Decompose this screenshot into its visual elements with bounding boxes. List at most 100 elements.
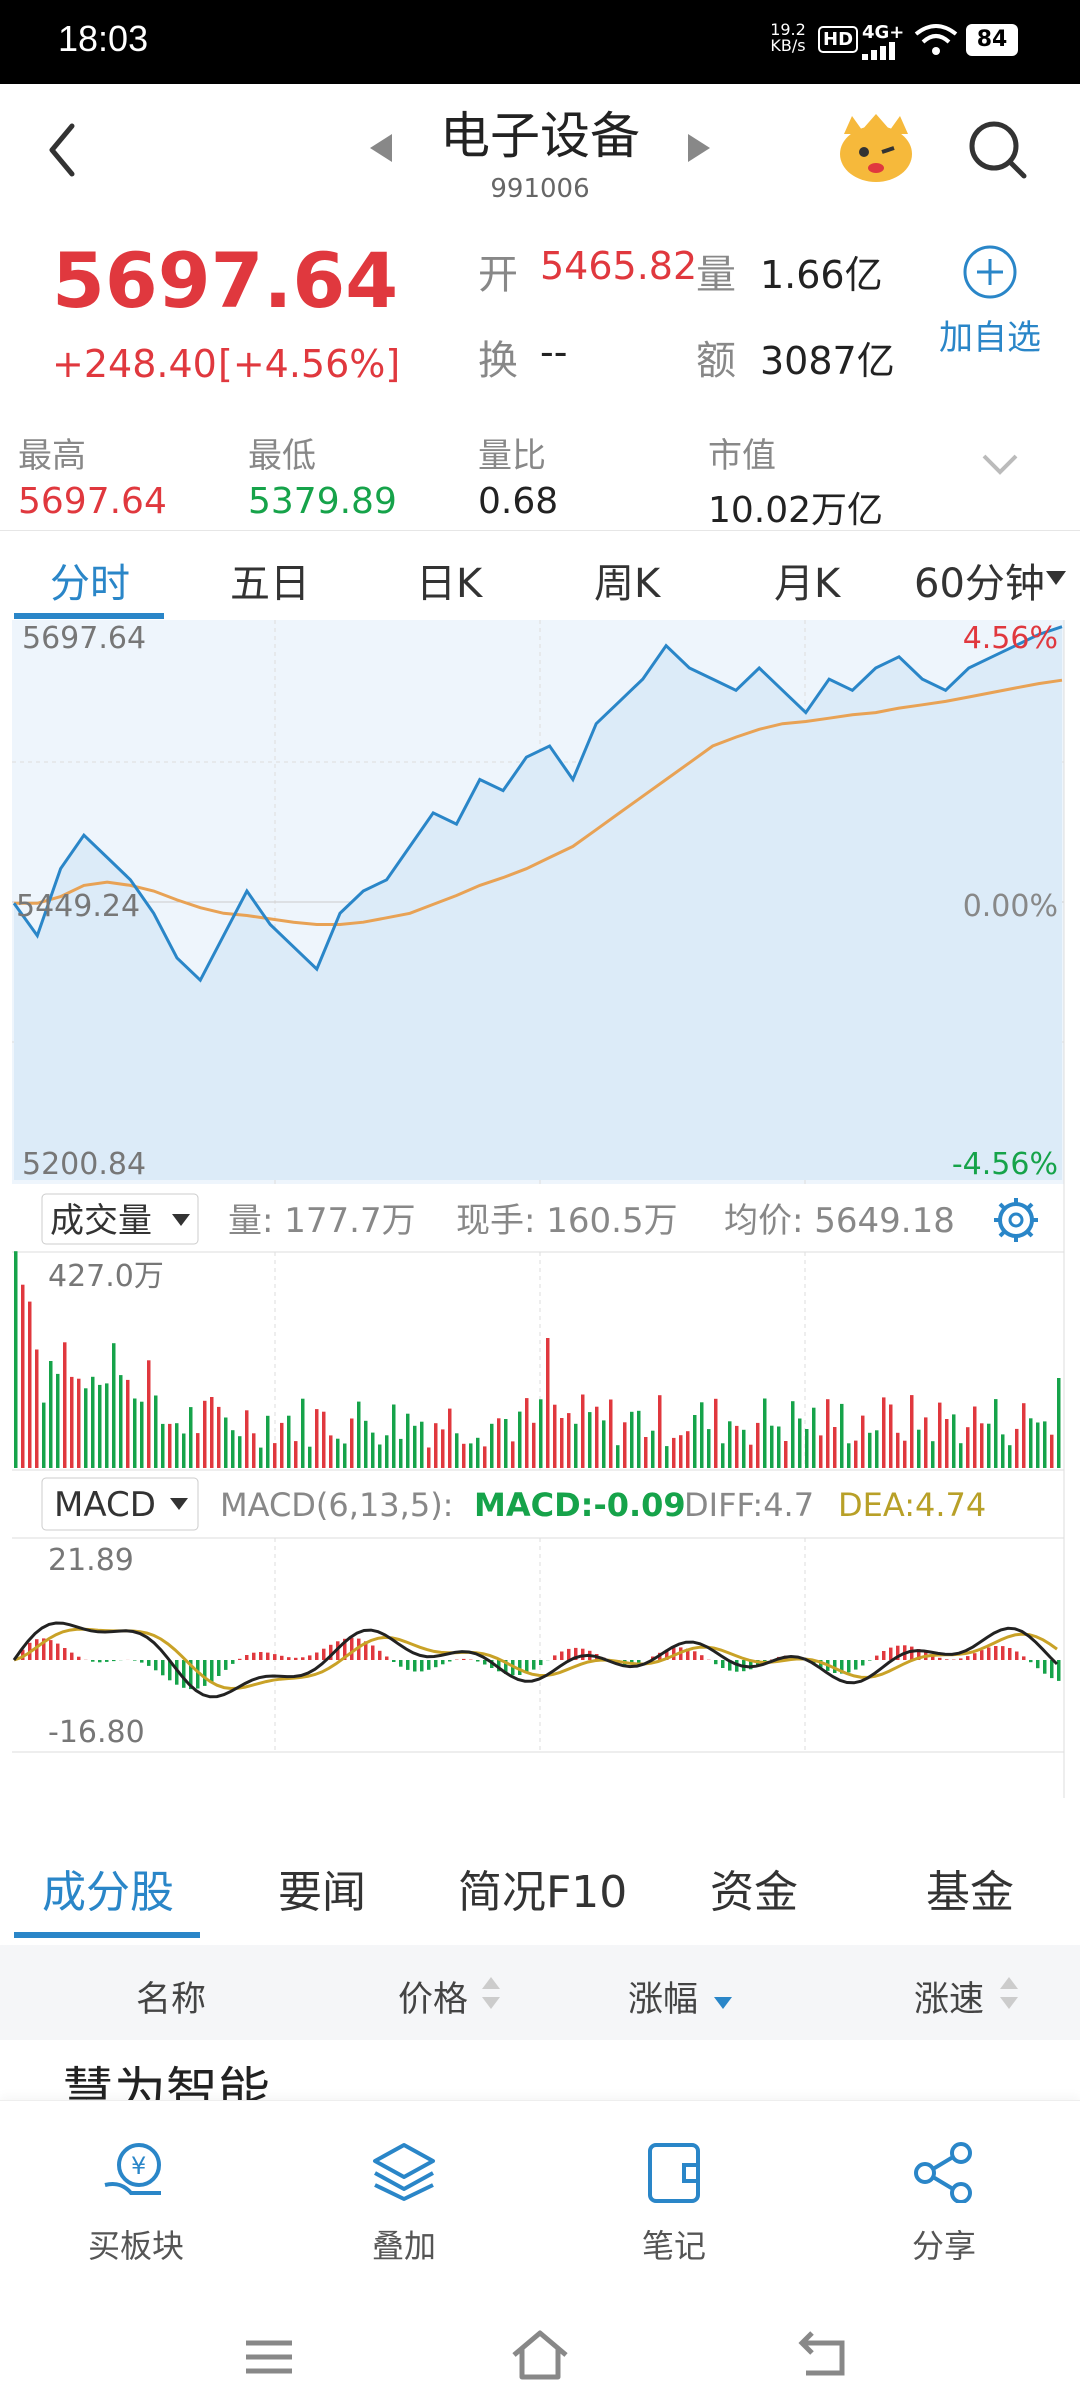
tab-news[interactable]: 要闻 xyxy=(278,1856,366,1920)
volume-bar xyxy=(658,1395,662,1468)
volume-bar xyxy=(119,1375,123,1468)
macd-bar xyxy=(483,1660,487,1665)
layers-icon xyxy=(373,2143,435,2201)
volume-bar xyxy=(217,1406,221,1468)
add-watchlist-button[interactable]: 加自选 xyxy=(930,244,1050,359)
col-speed[interactable]: 涨速 xyxy=(914,1971,984,2022)
back-icon[interactable] xyxy=(46,122,78,178)
macd-bar xyxy=(371,1645,375,1660)
macd-bar xyxy=(1050,1660,1054,1679)
macd-bar xyxy=(77,1656,81,1660)
search-icon[interactable] xyxy=(966,118,1030,182)
menu-icon[interactable] xyxy=(244,2337,294,2377)
prev-index-icon[interactable] xyxy=(368,132,394,164)
diff-line xyxy=(12,1621,1059,1699)
macd-bar xyxy=(539,1660,543,1666)
macd-bar xyxy=(133,1660,137,1661)
sort-price-icon[interactable] xyxy=(480,1973,502,2013)
macd-bar xyxy=(721,1660,725,1668)
tab-monthly-k[interactable]: 月K xyxy=(774,551,840,609)
share-icon xyxy=(914,2142,972,2204)
volume-bar xyxy=(805,1429,809,1468)
volume-bar xyxy=(952,1414,956,1468)
macd-grid xyxy=(274,1538,806,1752)
volume-bar xyxy=(721,1443,725,1468)
tab-five-day[interactable]: 五日 xyxy=(230,551,310,609)
volume-bar xyxy=(616,1445,620,1468)
col-change[interactable]: 涨幅 xyxy=(628,1971,698,2022)
share-button[interactable]: 分享 xyxy=(864,2141,1024,2267)
tab-funds[interactable]: 资金 xyxy=(710,1856,798,1920)
tab-f10[interactable]: 简况F10 xyxy=(458,1856,627,1920)
macd-bar xyxy=(210,1660,214,1682)
tab-intraday[interactable]: 分时 xyxy=(50,551,130,609)
volume-bar xyxy=(161,1423,165,1468)
overlay-button[interactable]: 叠加 xyxy=(324,2141,484,2267)
battery-level: 84 xyxy=(976,27,1008,52)
volume-bar xyxy=(588,1412,592,1468)
volume-bar xyxy=(168,1423,172,1468)
tab-fund[interactable]: 基金 xyxy=(926,1856,1014,1920)
expand-chevron-icon[interactable] xyxy=(980,452,1020,476)
volume-bar xyxy=(910,1395,914,1468)
back-nav-icon[interactable] xyxy=(796,2329,850,2381)
home-icon[interactable] xyxy=(510,2329,570,2381)
macd-low-label: -16.80 xyxy=(48,1715,145,1750)
macd-bar xyxy=(315,1652,319,1660)
tab-weekly-k[interactable]: 周K xyxy=(594,551,660,609)
volume-bar xyxy=(735,1425,739,1468)
mascot-icon[interactable] xyxy=(836,114,916,184)
volume-bar xyxy=(203,1400,207,1468)
price-mid-label: 5449.24 xyxy=(16,889,140,924)
volume-bar xyxy=(1036,1422,1040,1468)
volume-bar xyxy=(532,1422,536,1468)
volume-bar xyxy=(1043,1421,1047,1468)
volume-bar xyxy=(567,1413,571,1468)
volume-bar xyxy=(105,1383,109,1468)
volume-bar xyxy=(336,1438,340,1468)
volume-bar xyxy=(959,1443,963,1468)
macd-bar xyxy=(161,1660,165,1676)
volume-bar xyxy=(189,1407,193,1468)
col-name[interactable]: 名称 xyxy=(136,1971,206,2022)
macd-bar xyxy=(147,1660,151,1666)
stat-ratio-label: 量比 xyxy=(478,436,546,476)
volume-bar xyxy=(28,1301,32,1468)
volume-bar xyxy=(371,1432,375,1468)
tab-60min[interactable]: 60分钟 xyxy=(914,551,1045,609)
volume-bar xyxy=(413,1425,417,1468)
volume-bar xyxy=(742,1429,746,1468)
stat-ratio-value: 0.68 xyxy=(478,481,559,522)
col-price[interactable]: 价格 xyxy=(398,1971,468,2022)
stats-row: 最高 5697.64 最低 5379.89 量比 0.68 市值 10.02万亿 xyxy=(0,420,1080,531)
intraday-chart[interactable]: 5697.64 5449.24 5200.84 4.56% 0.00% -4.5… xyxy=(0,620,1080,1800)
tab-daily-k[interactable]: 日K xyxy=(416,551,482,609)
macd-bar xyxy=(1015,1651,1019,1660)
bottom-action-bar: ¥ 买板块 叠加 笔记 分享 xyxy=(0,2100,1080,2408)
volume-bar xyxy=(98,1384,102,1468)
macd-bar xyxy=(182,1660,186,1688)
notes-button[interactable]: 笔记 xyxy=(594,2141,754,2267)
buy-sector-icon: ¥ xyxy=(104,2143,161,2195)
volume-bar xyxy=(847,1443,851,1468)
stat-high: 最高 5697.64 xyxy=(18,428,167,522)
macd-bar xyxy=(350,1637,354,1660)
tab-constituents[interactable]: 成分股 xyxy=(42,1856,174,1920)
next-index-icon[interactable] xyxy=(686,132,712,164)
buy-sector-button[interactable]: ¥ 买板块 xyxy=(56,2141,216,2267)
sort-change-icon[interactable] xyxy=(712,1973,734,2013)
turnover-value: -- xyxy=(540,330,568,374)
volume-bar xyxy=(329,1435,333,1468)
volume-bar xyxy=(749,1444,753,1468)
macd-bar xyxy=(560,1651,564,1660)
volume-bar xyxy=(728,1421,732,1468)
volume-bar xyxy=(812,1407,816,1468)
volume-selector-label: 成交量 xyxy=(50,1201,152,1241)
table-row[interactable]: 慧为智能 xyxy=(0,2040,1080,2100)
volume-bar xyxy=(406,1413,410,1468)
open-label: 开 xyxy=(478,252,518,298)
sort-speed-icon[interactable] xyxy=(998,1973,1020,2013)
macd-bar xyxy=(882,1651,886,1660)
volume-bar xyxy=(1029,1418,1033,1468)
volume-bar xyxy=(602,1420,606,1468)
